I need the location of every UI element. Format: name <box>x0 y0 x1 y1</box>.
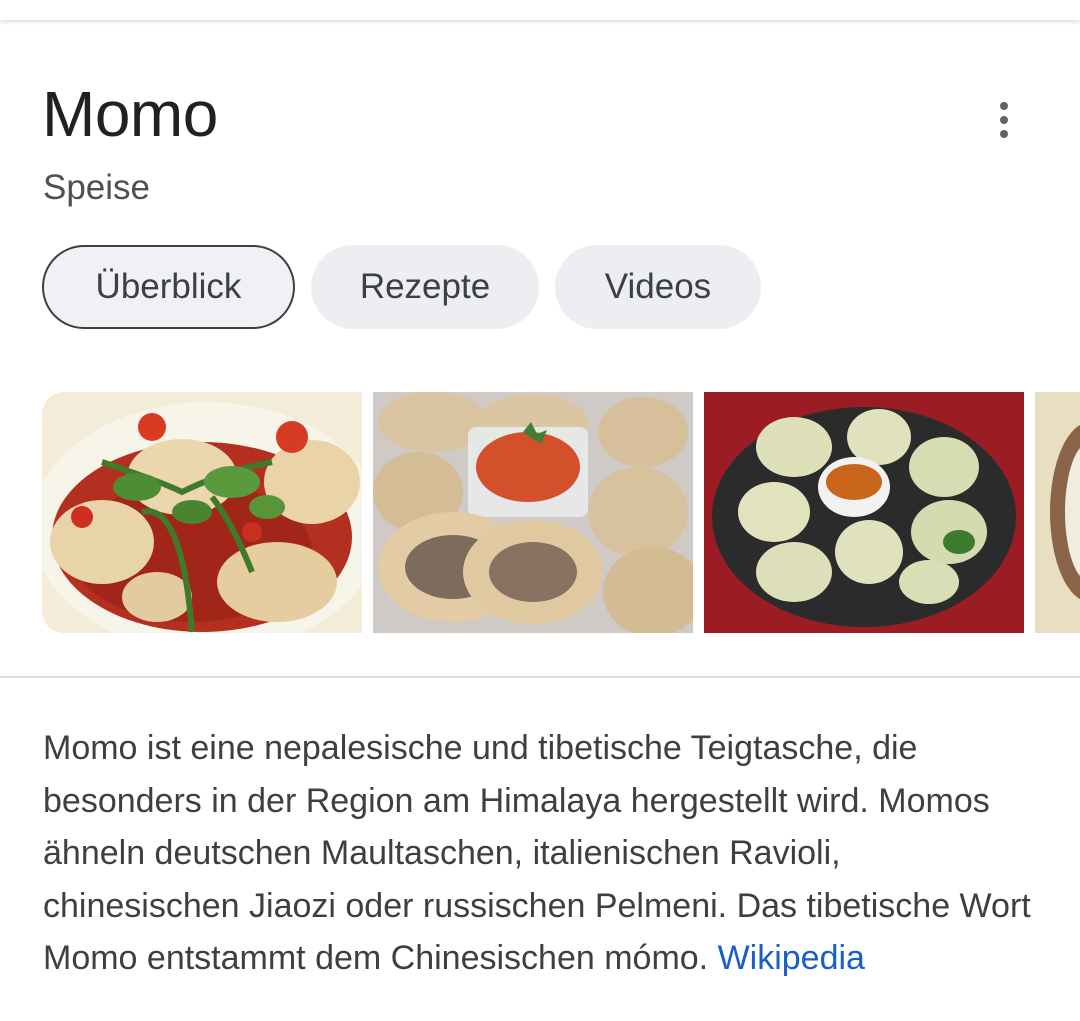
image-momo-steamer[interactable] <box>1035 392 1080 633</box>
description: Momo ist eine nepalesische und tibetisch… <box>43 722 1043 985</box>
top-card-edge <box>0 0 1080 20</box>
image-momo-filling[interactable] <box>373 392 693 633</box>
more-options-button[interactable] <box>980 96 1028 144</box>
more-vertical-icon <box>1000 102 1008 110</box>
section-divider <box>0 676 1080 678</box>
image-momo-plate[interactable] <box>704 392 1024 633</box>
tab-recipes[interactable]: Rezepte <box>311 245 539 329</box>
tab-overview[interactable]: Überblick <box>42 245 295 329</box>
image-momo-sauce[interactable] <box>42 392 362 633</box>
entity-title: Momo <box>42 78 218 150</box>
description-text: Momo ist eine nepalesische und tibetisch… <box>43 729 1031 977</box>
tab-bar: Überblick Rezepte Videos <box>42 245 761 329</box>
entity-subtitle: Speise <box>43 168 151 207</box>
image-carousel[interactable] <box>42 392 1080 633</box>
wikipedia-link[interactable]: Wikipedia <box>718 939 865 977</box>
tab-videos[interactable]: Videos <box>555 245 761 329</box>
